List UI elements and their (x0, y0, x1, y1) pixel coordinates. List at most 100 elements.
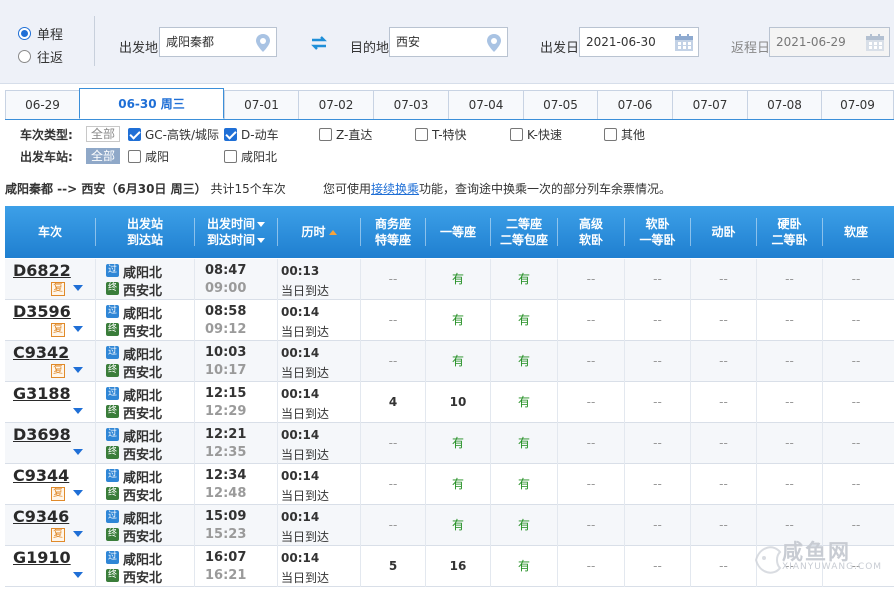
date-tab[interactable]: 07-07 (672, 90, 747, 119)
depart-time: 08:58 (205, 304, 247, 319)
trip-oneway-option[interactable]: 单程 (18, 24, 63, 43)
second-class-seat[interactable]: 有 (491, 423, 557, 464)
business-seat[interactable]: 4 (361, 382, 425, 423)
train-number[interactable]: G1910 (13, 548, 71, 567)
duration: 00:14 (281, 551, 320, 565)
sort-down-icon[interactable] (257, 238, 265, 243)
to-input[interactable]: 西安 (389, 27, 508, 57)
expand-stops-icon[interactable] (73, 531, 83, 537)
first-class-seat[interactable]: 有 (426, 300, 490, 341)
second-class-seat[interactable]: 有 (491, 259, 557, 300)
expand-stops-icon[interactable] (73, 285, 83, 291)
trip-roundtrip-option[interactable]: 往返 (18, 47, 63, 66)
filter-label: GC-高铁/城际 (145, 127, 220, 142)
train-number[interactable]: G3188 (13, 384, 71, 403)
filter-k[interactable]: K-快速 (510, 126, 562, 143)
col-business: 商务座 特等座 (361, 206, 425, 258)
return-date-input[interactable]: 2021-06-29 (769, 27, 890, 57)
first-class-seat[interactable]: 有 (426, 464, 490, 505)
date-tab[interactable]: 06-29 (5, 90, 79, 119)
divider (194, 259, 195, 300)
depart-date-input[interactable]: 2021-06-30 (579, 27, 699, 57)
transfer-link[interactable]: 接续换乘 (371, 182, 419, 196)
dongwo: -- (719, 395, 728, 409)
expand-stops-icon[interactable] (73, 326, 83, 332)
date-tab[interactable]: 07-05 (523, 90, 597, 119)
first-class-seat[interactable]: 有 (426, 259, 490, 300)
first-class-seat[interactable]: 10 (426, 382, 490, 423)
duration: 00:14 (281, 428, 320, 442)
premium-sleeper: -- (586, 518, 596, 532)
date-tab-active[interactable]: 06-30 周三 (79, 88, 224, 119)
date-tab[interactable]: 07-04 (448, 90, 523, 119)
filter-label: 其他 (621, 127, 646, 142)
sort-down-icon[interactable] (257, 222, 265, 227)
divider (95, 300, 96, 341)
second-class-seat[interactable]: 有 (491, 505, 557, 546)
soft-sleeper: -- (653, 436, 662, 450)
first-class-seat[interactable]: 有 (426, 423, 490, 464)
checkbox[interactable] (319, 127, 332, 141)
filter-other[interactable]: 其他 (604, 126, 645, 143)
divider (95, 341, 96, 382)
expand-stops-icon[interactable] (73, 572, 83, 578)
filter-d[interactable]: D-动车 (224, 126, 279, 143)
calendar-icon[interactable] (865, 33, 885, 52)
dongwo: -- (719, 354, 728, 368)
train-number[interactable]: D3698 (13, 425, 71, 444)
second-class-seat[interactable]: 有 (491, 546, 557, 587)
tip-text: 功能，查询途中换乘一次的部分列车余票情况。 (419, 182, 672, 196)
second-class-seat[interactable]: 有 (491, 382, 557, 423)
checkbox[interactable] (604, 127, 617, 141)
date-tab[interactable]: 07-03 (373, 90, 448, 119)
train-number[interactable]: C9346 (13, 507, 69, 526)
checkbox[interactable] (224, 149, 237, 163)
pass-station-icon: 过 (106, 551, 119, 564)
checkbox[interactable] (415, 127, 428, 141)
expand-stops-icon[interactable] (73, 367, 83, 373)
expand-stops-icon[interactable] (73, 408, 83, 414)
col-duration[interactable]: 历时 (278, 206, 360, 258)
roundtrip-radio[interactable] (18, 50, 31, 63)
filter-z[interactable]: Z-直达 (319, 126, 372, 143)
oneway-radio[interactable] (18, 27, 31, 40)
date-tab[interactable]: 07-06 (597, 90, 672, 119)
swap-icon[interactable] (310, 34, 328, 52)
first-class-seat[interactable]: 有 (426, 505, 490, 546)
business-seat: -- (388, 518, 398, 532)
date-tab[interactable]: 07-08 (747, 90, 821, 119)
first-class-seat[interactable]: 有 (426, 341, 490, 382)
second-class-seat[interactable]: 有 (491, 464, 557, 505)
arrival-day: 当日到达 (281, 448, 330, 462)
train-type-all-button[interactable]: 全部 (86, 126, 121, 142)
expand-stops-icon[interactable] (73, 490, 83, 496)
col-station[interactable]: 出发站 到达站 (96, 206, 194, 258)
first-class-seat[interactable]: 16 (426, 546, 490, 587)
sort-up-icon[interactable] (328, 230, 337, 235)
calendar-icon[interactable] (674, 33, 694, 52)
station-all-button[interactable]: 全部 (86, 148, 121, 164)
col-time[interactable]: 出发时间 到达时间 (195, 206, 277, 258)
business-seat[interactable]: 5 (361, 546, 425, 587)
checkbox[interactable] (510, 127, 523, 141)
second-class-seat[interactable]: 有 (491, 341, 557, 382)
train-number[interactable]: D6822 (13, 261, 71, 280)
filter-t[interactable]: T-特快 (415, 126, 467, 143)
train-number[interactable]: C9344 (13, 466, 69, 485)
second-class-seat[interactable]: 有 (491, 300, 557, 341)
date-tab[interactable]: 07-09 (821, 90, 894, 119)
checkbox[interactable] (128, 149, 141, 163)
date-tab[interactable]: 07-01 (224, 90, 298, 119)
checkbox[interactable] (128, 127, 141, 141)
date-tab[interactable]: 07-02 (298, 90, 373, 119)
expand-stops-icon[interactable] (73, 449, 83, 455)
filter-gc[interactable]: GC-高铁/城际 (128, 126, 219, 143)
train-number[interactable]: C9342 (13, 343, 69, 362)
train-number[interactable]: D3596 (13, 302, 71, 321)
filter-station-xianyang[interactable]: 咸阳 (128, 148, 169, 165)
checkbox[interactable] (224, 127, 237, 141)
col-label: 二等座 (505, 217, 542, 231)
from-input[interactable]: 咸阳秦都 (159, 27, 277, 57)
filter-station-xianyangbei[interactable]: 咸阳北 (224, 148, 277, 165)
pass-station-icon: 过 (106, 305, 119, 318)
